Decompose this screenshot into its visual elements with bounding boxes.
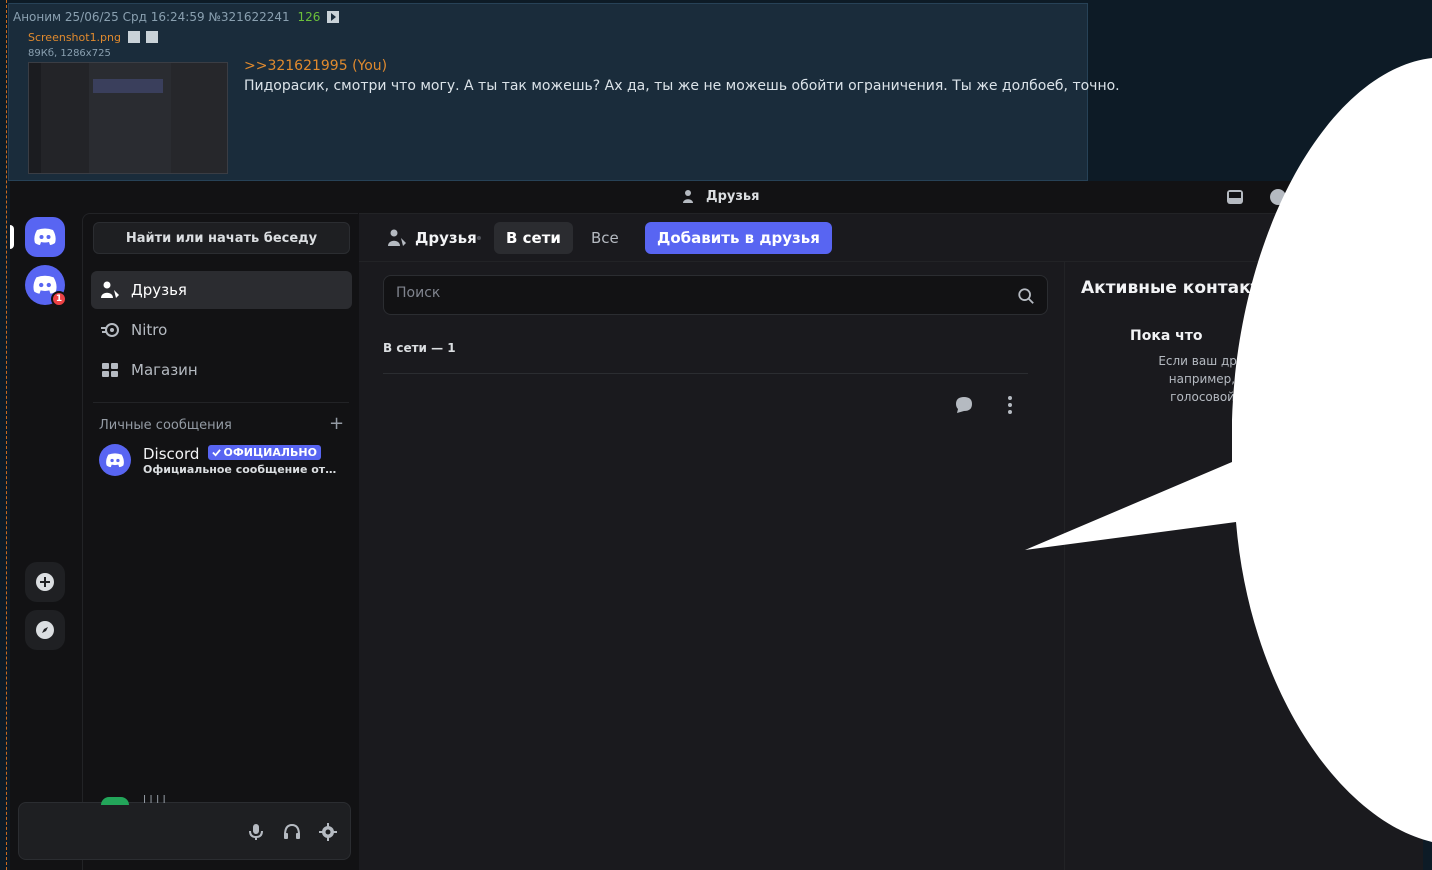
gear-icon[interactable] [318,822,338,842]
search-icon [1018,288,1034,304]
file-name-text[interactable]: Screenshot1.png [28,31,121,44]
title-bar: Друзья [10,181,1423,213]
nav-nitro-label: Nitro [131,321,168,339]
friends-icon [683,190,693,203]
active-now-title: Активные контакты [1081,278,1276,298]
attachment-file-name[interactable]: Screenshot1.png [28,31,158,44]
friends-heading-label: Друзья [415,229,477,247]
friends-main: Друзья В сети Все Добавить в друзья В се… [359,213,1423,870]
window-title: Друзья [706,189,760,204]
nav-shop[interactable]: Магазин [91,351,352,389]
official-badge: ОФИЦИАЛЬНО [208,445,321,460]
avatar[interactable] [101,797,129,805]
help-icon[interactable] [1268,187,1288,207]
server-list: 1 [10,213,80,870]
dm-subtitle: Официальное сообщение от Disco... [143,463,339,476]
more-options-icon[interactable] [999,394,1021,416]
message-icon[interactable] [953,394,975,416]
direct-messages-header: Личные сообщения [99,418,232,433]
empty-text-line: голосовой чат, — [1170,390,1280,404]
discord-logo-icon [106,452,124,467]
tab-all[interactable]: Все [579,222,631,254]
list-divider [383,373,1028,374]
search-input[interactable] [396,285,996,301]
check-icon [212,449,222,457]
friends-icon [101,281,119,298]
nitro-icon [101,323,119,337]
user-panel: l l l l [18,793,351,860]
nav-friends[interactable]: Друзья [91,271,352,309]
find-conversation-button[interactable]: Найти или начать беседу [93,222,350,254]
inbox-icon[interactable] [1225,187,1245,207]
discover-button[interactable] [25,610,65,650]
online-count-header: В сети — 1 [383,341,456,355]
post-count[interactable]: 126 [297,10,320,24]
selected-indicator [10,225,14,249]
active-now-empty-title: Пока что [1130,328,1203,344]
nav-shop-label: Магазин [131,361,198,379]
notification-badge: 1 [51,291,67,307]
attachment-meta: 89Кб, 1286x725 [28,48,111,59]
direct-messages-button[interactable] [25,217,65,257]
discord-logo-icon [34,228,56,245]
official-badge-label: ОФИЦИАЛЬНО [223,446,317,459]
empty-text-line: Если ваш друг начнё [1158,354,1292,368]
separator-dot [477,236,481,240]
empty-text-line: например, запуст [1168,372,1282,386]
attachment-thumbnail[interactable] [28,62,228,174]
avatar [99,444,131,476]
post-header: Аноним 25/06/25 Срд 16:24:59 №321622241 … [13,10,340,24]
user-name: l l l l [143,793,166,806]
play-icon[interactable] [327,11,340,23]
dm-item-discord[interactable]: Discord ОФИЦИАЛЬНО Официальное сообщение… [91,438,352,482]
post-body: Пидорасик, смотри что могу. А ты так мож… [244,78,1120,94]
add-server-button[interactable] [25,562,65,602]
reply-link[interactable]: >>321621995 (You) [244,58,387,74]
active-now-panel: Активные контакты Пока что Если ваш друг… [1064,262,1423,870]
discord-server-icon[interactable]: 1 [25,265,67,307]
microphone-icon[interactable] [246,822,266,842]
tab-online[interactable]: В сети [494,222,573,254]
divider [93,402,349,403]
shop-icon [102,363,118,377]
active-now-empty-text: Если ваш друг начнё например, запуст гол… [1095,352,1355,406]
compass-icon [36,621,54,639]
friends-icon [388,229,406,246]
create-dm-button[interactable]: + [329,413,344,434]
nav-nitro[interactable]: Nitro [91,311,352,349]
plus-circle-icon [36,573,54,591]
channel-sidebar: Найти или начать беседу Друзья Nitro Маг… [82,213,358,870]
post-indent-line [6,0,7,870]
discord-window: Друзья 1 Найти или начать беседу Друзья … [10,181,1423,870]
friends-search[interactable] [383,275,1048,315]
dm-name: Discord [143,445,200,463]
imageboard-post: Аноним 25/06/25 Срд 16:24:59 №321622241 … [8,3,1120,181]
nav-friends-label: Друзья [131,281,187,299]
friends-heading: Друзья [387,228,477,248]
post-author-date-number: Аноним 25/06/25 Срд 16:24:59 №321622241 [13,10,290,24]
add-friend-button[interactable]: Добавить в друзья [645,222,832,254]
search-image-icon[interactable] [127,31,140,43]
headphones-icon[interactable] [282,822,302,842]
download-icon[interactable] [146,31,158,43]
friends-topbar: Друзья В сети Все Добавить в друзья [359,214,1423,262]
